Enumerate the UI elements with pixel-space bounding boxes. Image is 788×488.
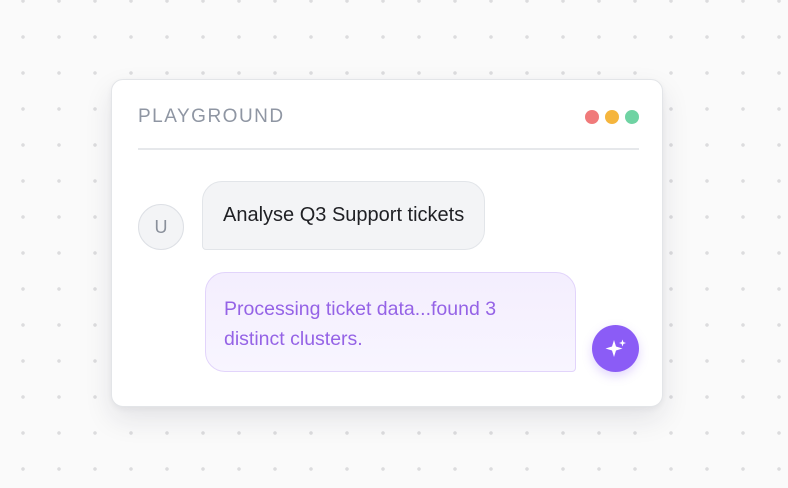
user-avatar-initial: U <box>154 216 168 237</box>
playground-card: PLAYGROUND U Analyse Q3 Support tickets … <box>111 79 663 407</box>
user-avatar: U <box>138 204 184 250</box>
yellow-dot[interactable] <box>605 110 619 124</box>
assistant-message-bubble: Processing ticket data...found 3 distinc… <box>205 272 576 372</box>
user-message-text: Analyse Q3 Support tickets <box>223 204 465 226</box>
red-dot[interactable] <box>585 110 599 124</box>
window-controls <box>585 110 639 124</box>
playground-title: PLAYGROUND <box>138 106 285 127</box>
sparkle-icon <box>605 339 626 357</box>
header-divider <box>138 148 639 150</box>
green-dot[interactable] <box>625 110 639 124</box>
assistant-avatar <box>592 325 639 372</box>
assistant-message-text: Processing ticket data...found 3 distinc… <box>224 298 497 350</box>
user-message-bubble: Analyse Q3 Support tickets <box>202 181 486 250</box>
